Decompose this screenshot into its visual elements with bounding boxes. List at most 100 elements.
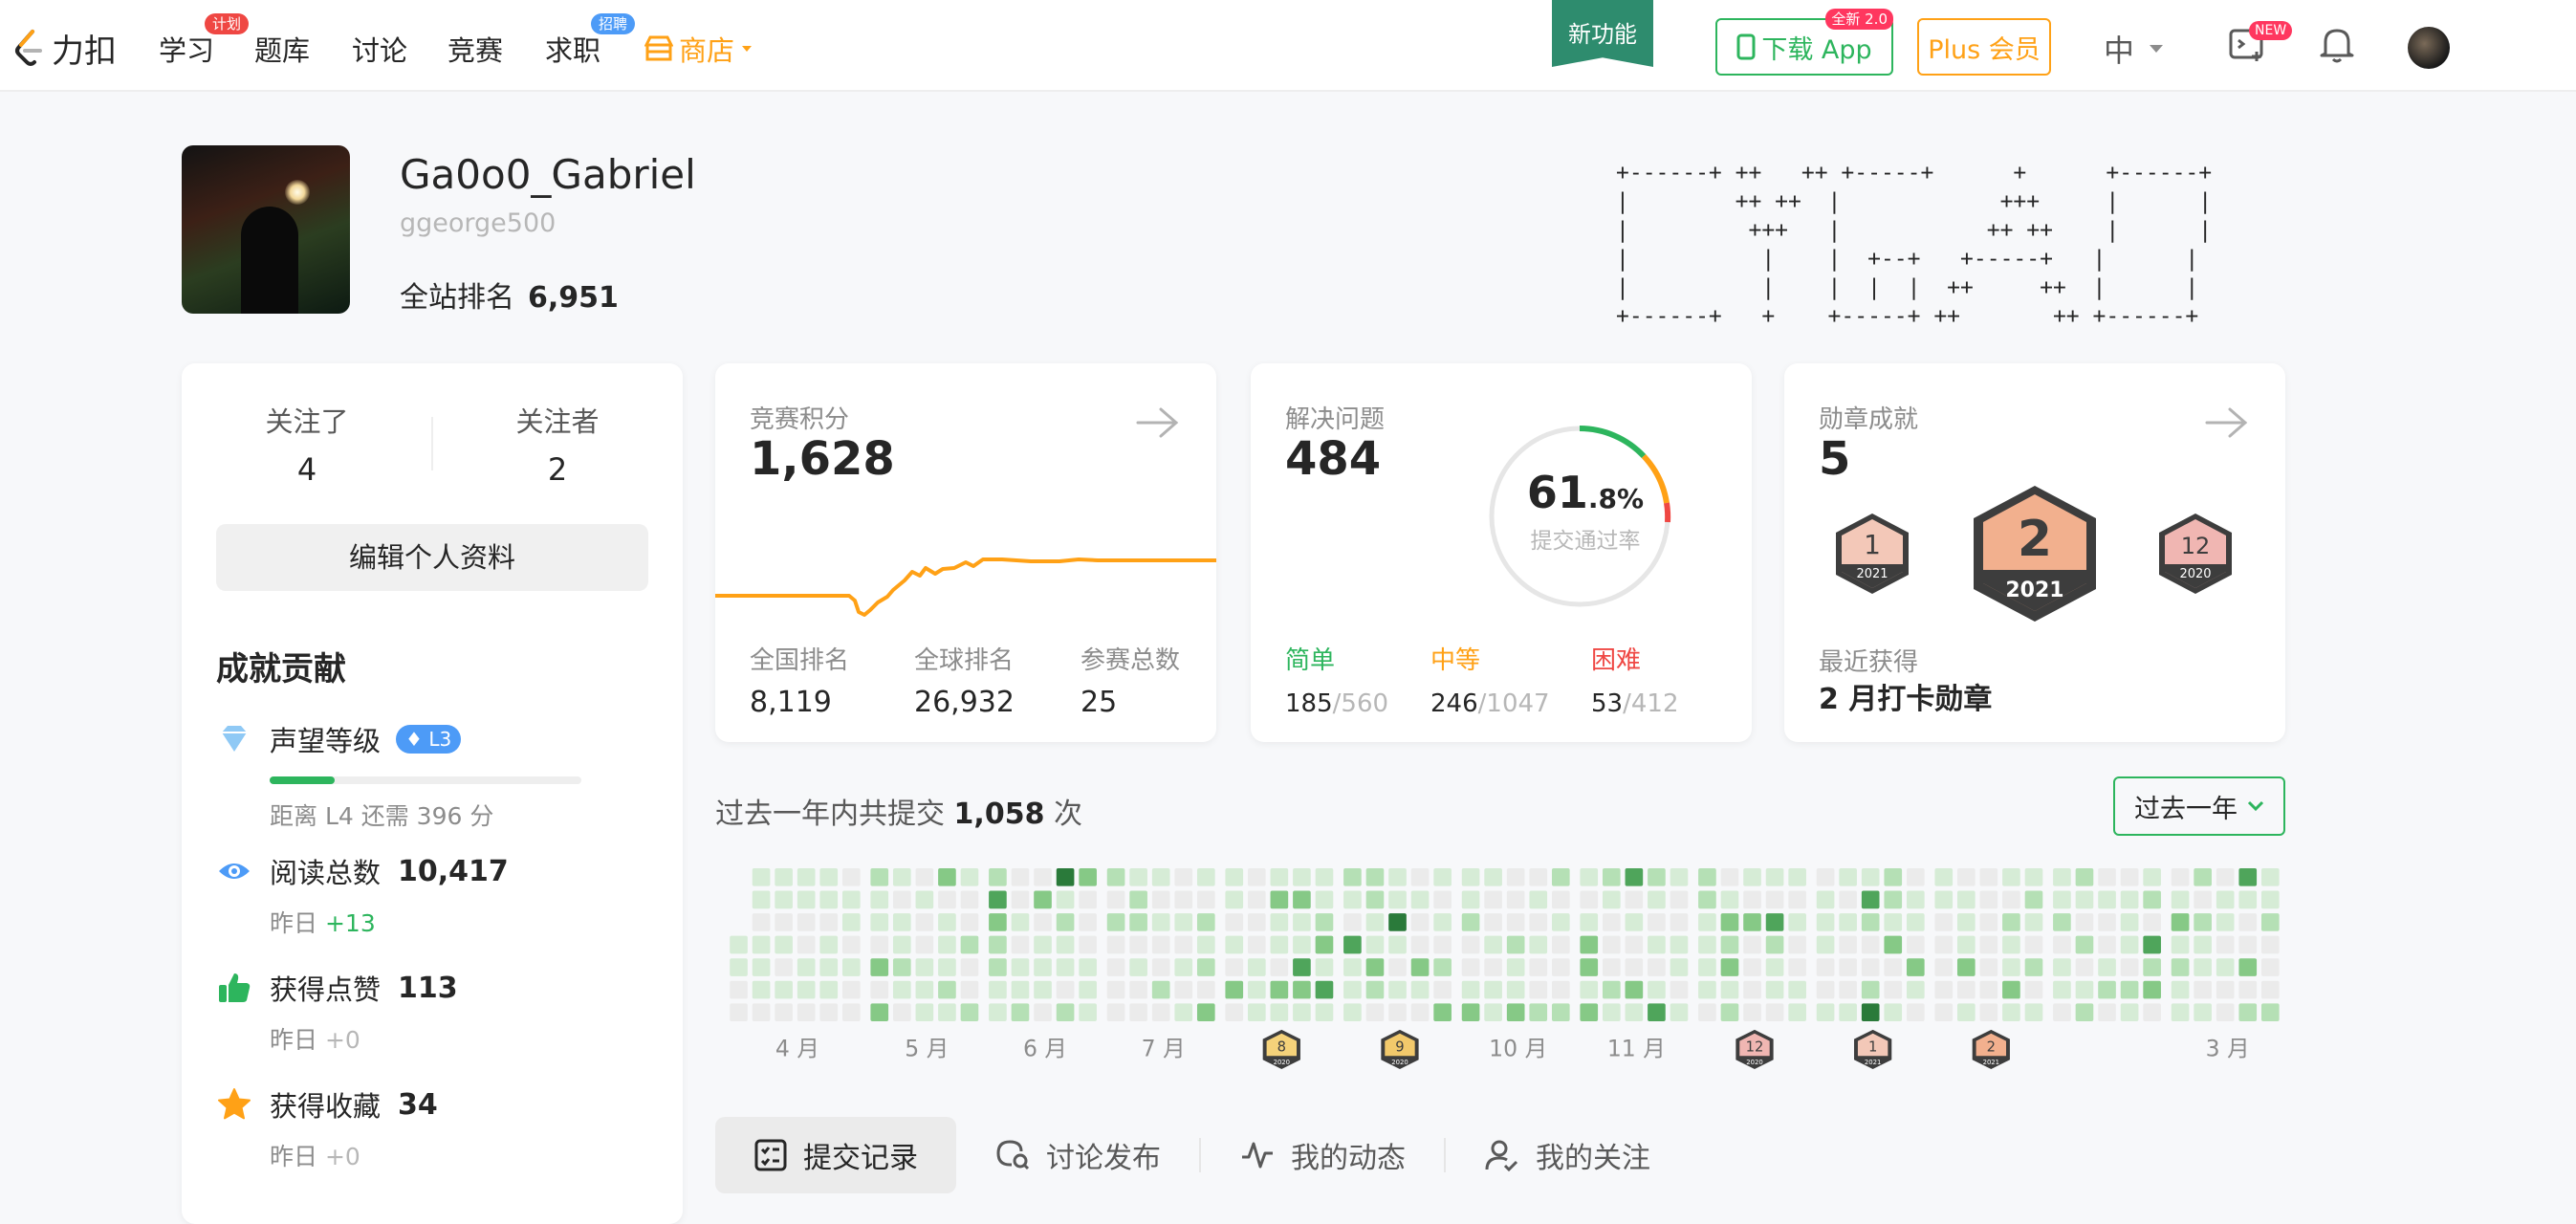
reputation-level-badge[interactable]: ♦ L3	[396, 725, 462, 754]
heatmap-cell[interactable]	[730, 980, 748, 999]
heatmap-cell[interactable]	[1956, 980, 1976, 999]
heatmap-cell[interactable]	[1247, 958, 1266, 976]
heatmap-cell[interactable]	[1034, 868, 1052, 886]
heatmap-cell[interactable]	[1602, 868, 1621, 886]
heatmap-cell[interactable]	[2053, 980, 2071, 999]
heatmap-cell[interactable]	[1484, 913, 1502, 931]
heatmap-cell[interactable]	[1529, 890, 1548, 909]
heatmap-cell[interactable]	[1720, 935, 1739, 954]
heatmap-cell[interactable]	[1270, 1003, 1289, 1021]
heatmap-cell[interactable]	[1196, 890, 1215, 909]
heatmap-cell[interactable]	[1861, 1003, 1880, 1021]
heatmap-cell[interactable]	[2143, 913, 2161, 931]
heatmap-cell[interactable]	[2120, 958, 2139, 976]
heatmap-cell[interactable]	[1956, 913, 1976, 931]
heatmap-cell[interactable]	[989, 913, 1007, 931]
heatmap-cell[interactable]	[1410, 980, 1430, 999]
heatmap-cell[interactable]	[1765, 890, 1784, 909]
heatmap-cell[interactable]	[2098, 913, 2116, 931]
heatmap-cell[interactable]	[1551, 1003, 1570, 1021]
heatmap-cell[interactable]	[2002, 890, 2020, 909]
heatmap-cell[interactable]	[2002, 913, 2020, 931]
heatmap-cell[interactable]	[1410, 958, 1430, 976]
heatmap-cell[interactable]	[1011, 1003, 1030, 1021]
heatmap-cell[interactable]	[1788, 935, 1806, 954]
arrow-right-icon[interactable]	[2203, 404, 2251, 442]
heatmap-cell[interactable]	[1174, 890, 1193, 909]
nav-item-discuss[interactable]: 讨论	[352, 29, 407, 69]
heatmap-cell[interactable]	[1720, 890, 1739, 909]
heatmap-cell[interactable]	[2143, 958, 2161, 976]
heatmap-cell[interactable]	[2120, 980, 2139, 999]
heatmap-cell[interactable]	[1884, 890, 1903, 909]
heatmap-cell[interactable]	[2024, 913, 2043, 931]
heatmap-cell[interactable]	[2143, 980, 2161, 999]
heatmap-cell[interactable]	[2002, 868, 2020, 886]
heatmap-cell[interactable]	[1293, 868, 1311, 886]
heatmap-cell[interactable]	[1884, 868, 1903, 886]
heatmap-cell[interactable]	[1079, 980, 1097, 999]
heatmap-cell[interactable]	[870, 1003, 889, 1021]
heatmap-cell[interactable]	[1079, 1003, 1097, 1021]
heatmap-cell[interactable]	[1861, 958, 1880, 976]
heatmap-cell[interactable]	[1056, 890, 1075, 909]
heatmap-cell[interactable]	[1315, 980, 1334, 999]
heatmap-cell[interactable]	[870, 935, 889, 954]
heatmap-cell[interactable]	[819, 935, 839, 954]
heatmap-cell[interactable]	[841, 890, 861, 909]
heatmap-cell[interactable]	[1196, 913, 1215, 931]
heatmap-cell[interactable]	[2260, 913, 2280, 931]
heatmap-cell[interactable]	[892, 1003, 911, 1021]
heatmap-cell[interactable]	[1034, 935, 1052, 954]
heatmap-cell[interactable]	[1698, 868, 1716, 886]
heatmap-cell[interactable]	[1461, 935, 1480, 954]
heatmap-cell[interactable]	[1906, 935, 1925, 954]
heatmap-cell[interactable]	[1365, 1003, 1385, 1021]
heatmap-cell[interactable]	[1034, 890, 1052, 909]
heatmap-cell[interactable]	[1106, 890, 1125, 909]
heatmap-cell[interactable]	[1484, 980, 1502, 999]
tab-activity[interactable]: 我的动态	[1201, 1117, 1444, 1193]
heatmap-cell[interactable]	[1011, 958, 1030, 976]
heatmap-cell[interactable]	[1270, 868, 1289, 886]
heatmap-cell[interactable]	[1343, 890, 1362, 909]
heatmap-cell[interactable]	[1602, 958, 1621, 976]
heatmap-cell[interactable]	[1551, 980, 1570, 999]
heatmap-cell[interactable]	[1174, 1003, 1193, 1021]
heatmap-cell[interactable]	[1506, 913, 1525, 931]
heatmap-cell[interactable]	[1861, 890, 1880, 909]
heatmap-cell[interactable]	[1979, 868, 1998, 886]
heatmap-cell[interactable]	[960, 890, 979, 909]
heatmap-cell[interactable]	[775, 958, 793, 976]
heatmap-cell[interactable]	[1839, 980, 1857, 999]
heatmap-cell[interactable]	[2075, 958, 2094, 976]
heatmap-cell[interactable]	[2120, 913, 2139, 931]
heatmap-cell[interactable]	[1196, 935, 1215, 954]
heatmap-cell[interactable]	[819, 890, 839, 909]
tab-discussions[interactable]: 讨论发布	[956, 1117, 1199, 1193]
badge-dec-2020[interactable]: 12 2020	[2155, 511, 2236, 597]
heatmap-cell[interactable]	[1174, 935, 1193, 954]
heatmap-cell[interactable]	[1884, 980, 1903, 999]
heatmap-cell[interactable]	[1365, 868, 1385, 886]
heatmap-cell[interactable]	[1056, 913, 1075, 931]
heatmap-cell[interactable]	[2002, 980, 2020, 999]
heatmap-cell[interactable]	[1720, 913, 1739, 931]
heatmap-cell[interactable]	[1648, 1003, 1666, 1021]
heatmap-cell[interactable]	[1225, 1003, 1244, 1021]
heatmap-cell[interactable]	[752, 868, 771, 886]
heatmap-cell[interactable]	[1625, 980, 1644, 999]
heatmap-cell[interactable]	[752, 980, 771, 999]
heatmap-cell[interactable]	[775, 868, 793, 886]
heatmap-cell[interactable]	[1129, 913, 1147, 931]
heatmap-cell[interactable]	[1720, 980, 1739, 999]
heatmap-cell[interactable]	[1956, 868, 1976, 886]
heatmap-cell[interactable]	[1788, 958, 1806, 976]
heatmap-cell[interactable]	[1884, 913, 1903, 931]
heatmap-cell[interactable]	[1343, 935, 1362, 954]
following-stat[interactable]: 关注了 4	[182, 400, 432, 488]
heatmap-cell[interactable]	[1720, 868, 1739, 886]
heatmap-cell[interactable]	[1225, 935, 1244, 954]
heatmap-cell[interactable]	[1551, 890, 1570, 909]
heatmap-cell[interactable]	[1106, 868, 1125, 886]
